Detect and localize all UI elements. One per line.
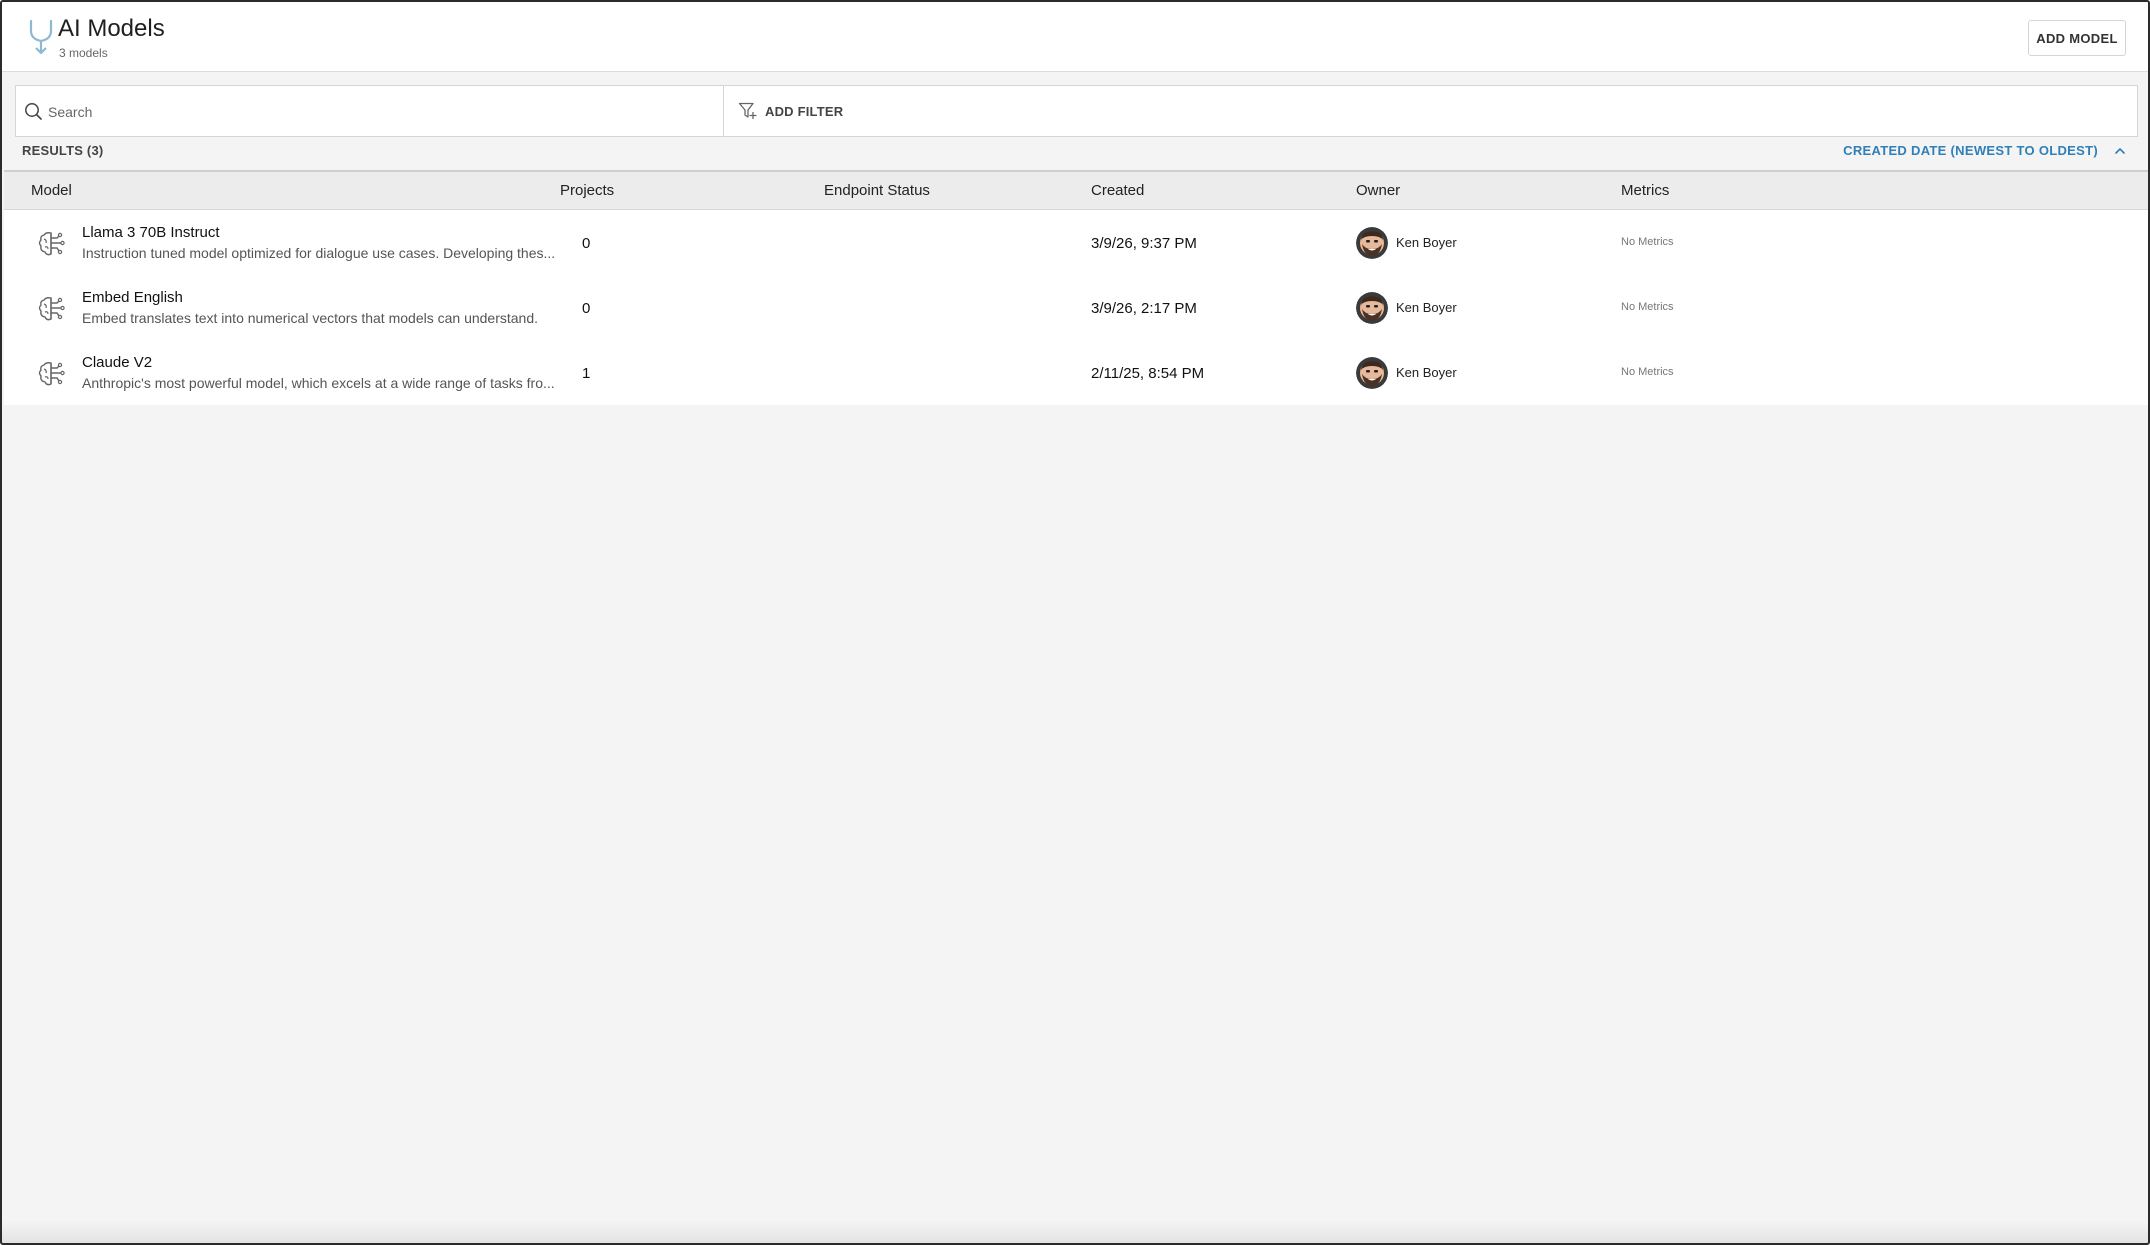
bottom-shadow <box>2 1221 2148 1243</box>
created-date: 3/9/26, 2:17 PM <box>1091 300 1197 317</box>
page-title: AI Models <box>58 15 165 42</box>
search-box <box>16 86 724 136</box>
chevron-up-icon <box>2115 147 2125 154</box>
column-header-metrics[interactable]: Metrics <box>1621 182 1669 199</box>
metrics-status: No Metrics <box>1621 366 1674 378</box>
model-name[interactable]: Embed English <box>82 289 183 306</box>
sort-label: CREATED DATE (NEWEST TO OLDEST) <box>1843 143 2098 158</box>
avatar <box>1356 227 1388 259</box>
model-description: Embed translates text into numerical vec… <box>82 310 539 326</box>
table-row[interactable]: Llama 3 70B Instruct Instruction tuned m… <box>4 210 2148 275</box>
projects-count: 0 <box>582 300 591 317</box>
metrics-status: No Metrics <box>1621 236 1674 248</box>
search-filter-bar: ADD FILTER <box>15 85 2138 137</box>
results-count: RESULTS (3) <box>22 143 104 158</box>
table-row[interactable]: Claude V2 Anthropic's most powerful mode… <box>4 340 2148 405</box>
model-logo-icon <box>29 19 53 55</box>
projects-count: 1 <box>582 365 591 382</box>
sort-dropdown[interactable]: CREATED DATE (NEWEST TO OLDEST) <box>1843 143 2126 158</box>
add-filter-label: ADD FILTER <box>765 103 844 119</box>
table-row[interactable]: Embed English Embed translates text into… <box>4 275 2148 340</box>
owner-name: Ken Boyer <box>1396 300 1457 315</box>
column-header-model[interactable]: Model <box>31 182 72 199</box>
filter-add-icon <box>738 102 757 119</box>
column-header-projects[interactable]: Projects <box>560 182 614 199</box>
model-name[interactable]: Claude V2 <box>82 354 152 371</box>
brain-circuit-icon <box>38 297 65 321</box>
metrics-status: No Metrics <box>1621 301 1674 313</box>
app-window: AI Models 3 models ADD MODEL ADD FILTER … <box>0 0 2150 1245</box>
add-model-button[interactable]: ADD MODEL <box>2028 20 2126 56</box>
model-description: Instruction tuned model optimized for di… <box>82 245 556 261</box>
brain-circuit-icon <box>38 362 65 386</box>
search-icon <box>25 103 42 120</box>
owner-name: Ken Boyer <box>1396 235 1457 250</box>
page-header: AI Models 3 models ADD MODEL <box>2 2 2148 72</box>
column-header-owner[interactable]: Owner <box>1356 182 1400 199</box>
avatar <box>1356 357 1388 389</box>
avatar <box>1356 292 1388 324</box>
projects-count: 0 <box>582 235 591 252</box>
created-date: 3/9/26, 9:37 PM <box>1091 235 1197 252</box>
model-count: 3 models <box>59 46 108 60</box>
model-description: Anthropic's most powerful model, which e… <box>82 375 555 391</box>
table-header: Model Projects Endpoint Status Created O… <box>4 170 2148 210</box>
search-input[interactable] <box>46 98 710 126</box>
brain-circuit-icon <box>38 232 65 256</box>
column-header-created[interactable]: Created <box>1091 182 1144 199</box>
column-header-endpoint-status[interactable]: Endpoint Status <box>824 182 930 199</box>
models-table: Model Projects Endpoint Status Created O… <box>4 170 2148 405</box>
add-filter-button[interactable]: ADD FILTER <box>738 99 843 123</box>
owner-name: Ken Boyer <box>1396 365 1457 380</box>
model-name[interactable]: Llama 3 70B Instruct <box>82 224 220 241</box>
created-date: 2/11/25, 8:54 PM <box>1091 365 1205 382</box>
